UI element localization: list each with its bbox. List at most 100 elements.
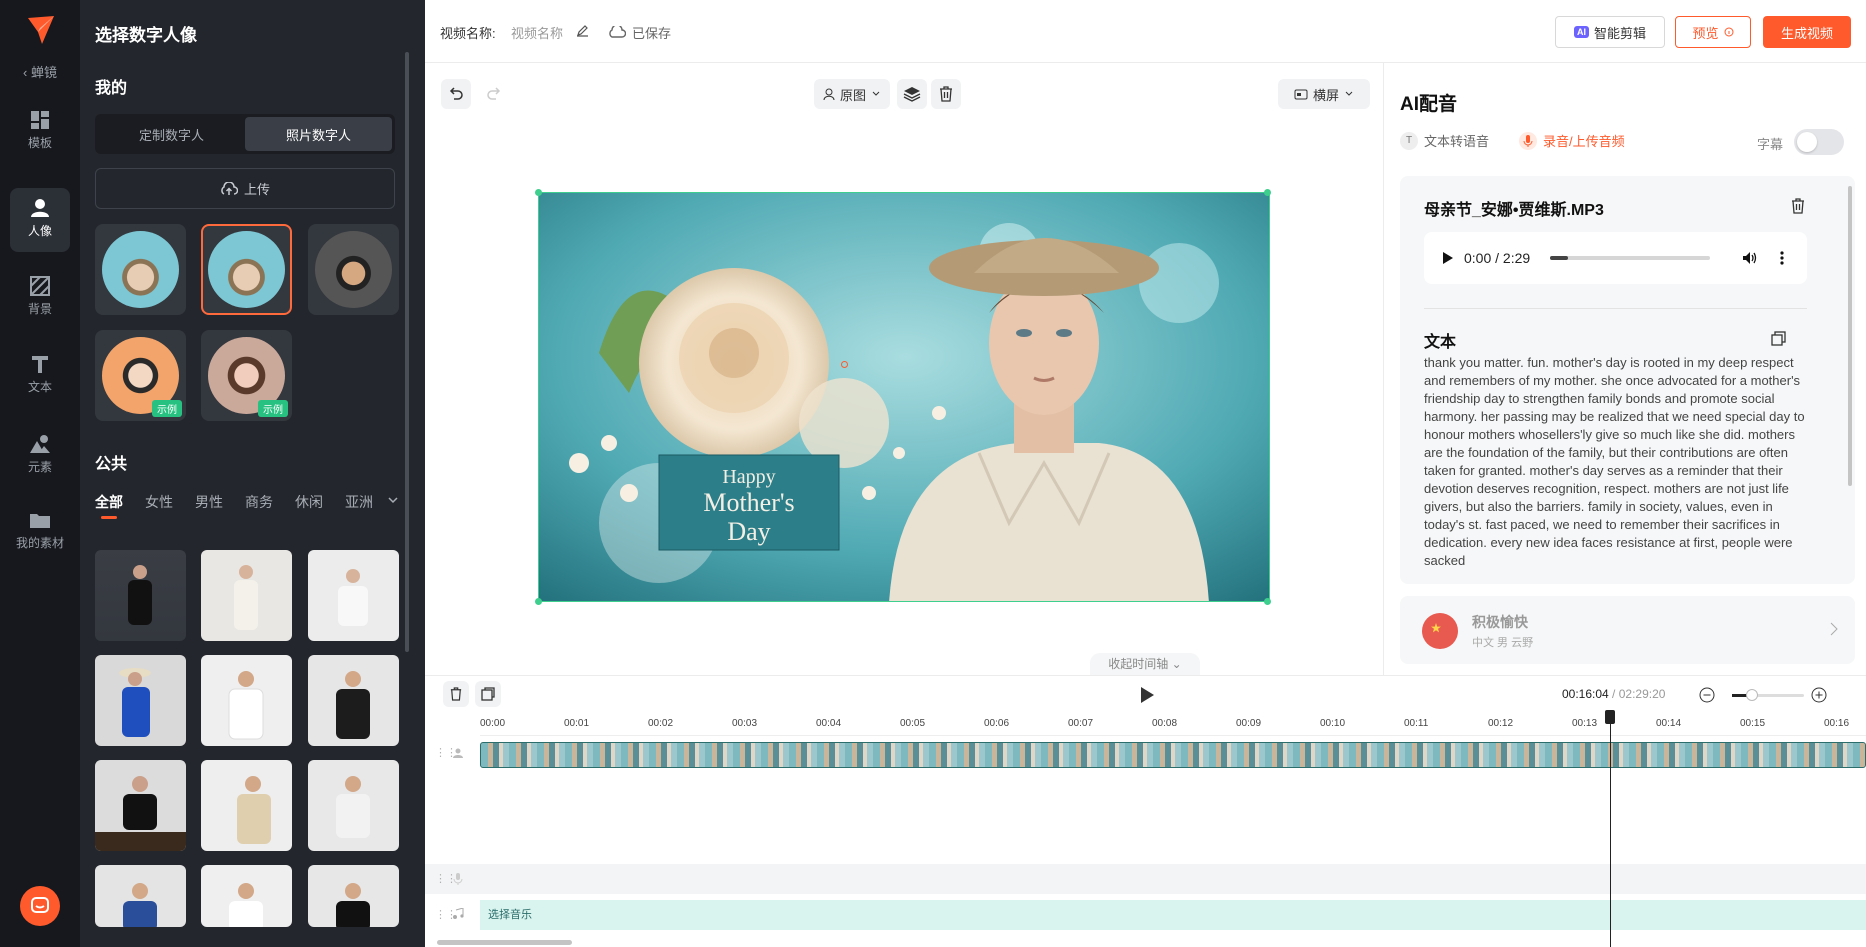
tick-label: 00:16 xyxy=(1824,718,1850,729)
playhead-handle[interactable] xyxy=(1605,710,1615,724)
tab-photo-avatar[interactable]: 照片数字人 xyxy=(245,117,392,151)
my-avatar-3[interactable] xyxy=(308,224,399,315)
tick-label: 00:11 xyxy=(1404,718,1429,729)
zoom-out-icon[interactable] xyxy=(1699,687,1715,703)
public-avatar[interactable] xyxy=(201,655,292,746)
time-separator: / xyxy=(1608,687,1619,701)
video-stage[interactable]: Happy Mother's Day xyxy=(538,192,1270,602)
resize-handle-br[interactable] xyxy=(1264,598,1271,605)
poster-day-text: Day xyxy=(727,517,770,546)
edit-icon[interactable] xyxy=(576,24,589,37)
saved-status: 已保存 xyxy=(608,23,671,42)
example-tag: 示例 xyxy=(152,400,182,417)
element-icon xyxy=(30,435,50,453)
orientation-dropdown[interactable]: 横屏 xyxy=(1278,79,1370,109)
undo-button[interactable] xyxy=(441,79,471,109)
public-avatar[interactable] xyxy=(95,550,186,641)
audio-file-name: 母亲节_安娜•贾维斯.MP3 xyxy=(1424,202,1604,219)
public-avatar[interactable] xyxy=(308,760,399,851)
avatar-photo xyxy=(208,231,285,308)
my-avatar-4[interactable]: 示例 xyxy=(95,330,186,421)
tab-record-label: 录音/上传音频 xyxy=(1543,134,1625,149)
text-label: 文本 xyxy=(1424,334,1457,351)
public-avatar[interactable] xyxy=(308,865,399,927)
preview-button[interactable]: 预览 xyxy=(1675,16,1751,48)
delete-element-button[interactable] xyxy=(931,79,961,109)
music-track[interactable]: 选择音乐 xyxy=(480,900,1866,930)
public-avatar[interactable] xyxy=(201,865,292,927)
original-ratio-dropdown[interactable]: 原图 xyxy=(814,79,890,109)
undo-icon xyxy=(449,87,463,100)
tab-text-to-speech[interactable]: T 文本转语音 xyxy=(1400,131,1489,150)
subtitle-toggle[interactable] xyxy=(1794,129,1844,155)
tab-record-upload[interactable]: 录音/上传音频 xyxy=(1519,131,1625,150)
tab-custom-avatar[interactable]: 定制数字人 xyxy=(98,117,245,151)
trash-icon[interactable] xyxy=(1791,198,1805,214)
my-avatar-2-selected[interactable] xyxy=(201,224,292,315)
filter-business[interactable]: 商务 xyxy=(245,492,273,512)
tick-label: 00:06 xyxy=(984,718,1010,729)
timeline-duplicate-button[interactable] xyxy=(475,681,501,707)
timeline-horizontal-scrollbar[interactable] xyxy=(437,940,572,945)
video-clip[interactable] xyxy=(480,742,1866,768)
filter-casual[interactable]: 休闲 xyxy=(295,492,323,512)
info-icon xyxy=(1724,27,1733,37)
nav-item-templates[interactable]: 模板 xyxy=(10,100,70,164)
audio-progress[interactable] xyxy=(1550,256,1711,260)
public-avatar[interactable] xyxy=(308,550,399,641)
zoom-slider[interactable] xyxy=(1732,694,1804,697)
category-filters: 全部 女性 男性 商务 休闲 亚洲 xyxy=(95,492,373,519)
public-avatar[interactable] xyxy=(95,865,186,927)
filter-female[interactable]: 女性 xyxy=(145,492,173,512)
my-avatar-5[interactable]: 示例 xyxy=(201,330,292,421)
smart-edit-button[interactable]: AI 智能剪辑 xyxy=(1555,16,1665,48)
voice-selector[interactable]: 积极愉快 中文 男 云野 xyxy=(1400,596,1855,664)
my-avatar-1[interactable] xyxy=(95,224,186,315)
nav-item-background[interactable]: 背景 xyxy=(10,266,70,330)
nav-item-my-assets[interactable]: 我的素材 xyxy=(10,500,70,564)
public-avatar[interactable] xyxy=(308,655,399,746)
time-ruler[interactable]: 00:00 00:01 00:02 00:03 00:04 00:05 00:0… xyxy=(480,718,1866,736)
panel-scrollbar[interactable] xyxy=(405,52,409,652)
text-scrollbar[interactable] xyxy=(1848,186,1852,486)
public-avatar[interactable] xyxy=(201,760,292,851)
script-text[interactable]: thank you matter. fun. mother's day is r… xyxy=(1424,354,1814,570)
resize-handle-tl[interactable] xyxy=(535,189,542,196)
volume-icon[interactable] xyxy=(1742,250,1758,266)
tick-label: 00:13 xyxy=(1572,718,1598,729)
poster-mothers-text: Mother's xyxy=(703,488,794,517)
timeline: 00:16:04 / 02:29:20 00:00 00:01 00:02 00… xyxy=(425,675,1866,947)
filter-all[interactable]: 全部 xyxy=(95,492,123,512)
nav-item-text[interactable]: 文本 xyxy=(10,344,70,408)
generate-video-button[interactable]: 生成视频 xyxy=(1763,16,1851,48)
more-vertical-icon[interactable] xyxy=(1780,250,1784,266)
redo-button[interactable] xyxy=(479,79,509,109)
play-icon[interactable] xyxy=(1442,251,1454,265)
video-name-input[interactable]: 视频名称 xyxy=(511,23,563,42)
zoom-in-icon[interactable] xyxy=(1811,687,1827,703)
back-link[interactable]: ‹ 蝉镜 xyxy=(0,62,80,81)
chevron-down-icon[interactable] xyxy=(387,494,399,506)
public-avatar[interactable] xyxy=(201,550,292,641)
copy-icon[interactable] xyxy=(1771,331,1786,346)
upload-button[interactable]: 上传 xyxy=(95,168,395,209)
public-avatar[interactable] xyxy=(95,655,186,746)
resize-handle-tr[interactable] xyxy=(1264,189,1271,196)
collapse-timeline-button[interactable]: 收起时间轴 ⌄ xyxy=(1090,653,1200,675)
avatar-figure-icon xyxy=(128,565,152,625)
anchor-point[interactable] xyxy=(841,361,848,368)
play-icon[interactable] xyxy=(1139,686,1155,704)
music-note-icon xyxy=(453,908,464,919)
layers-button[interactable] xyxy=(897,79,927,109)
filter-male[interactable]: 男性 xyxy=(195,492,223,512)
filter-asian[interactable]: 亚洲 xyxy=(345,492,373,512)
public-avatar[interactable] xyxy=(95,760,186,851)
nav-item-avatar[interactable]: 人像 xyxy=(10,188,70,252)
resize-handle-bl[interactable] xyxy=(535,598,542,605)
zoom-slider-knob[interactable] xyxy=(1746,689,1758,701)
timeline-delete-button[interactable] xyxy=(443,681,469,707)
fold-label: 收起时间轴 xyxy=(1108,657,1169,671)
nav-item-elements[interactable]: 元素 xyxy=(10,424,70,488)
app-logo-icon[interactable] xyxy=(20,12,60,48)
help-chat-button[interactable] xyxy=(20,886,60,926)
